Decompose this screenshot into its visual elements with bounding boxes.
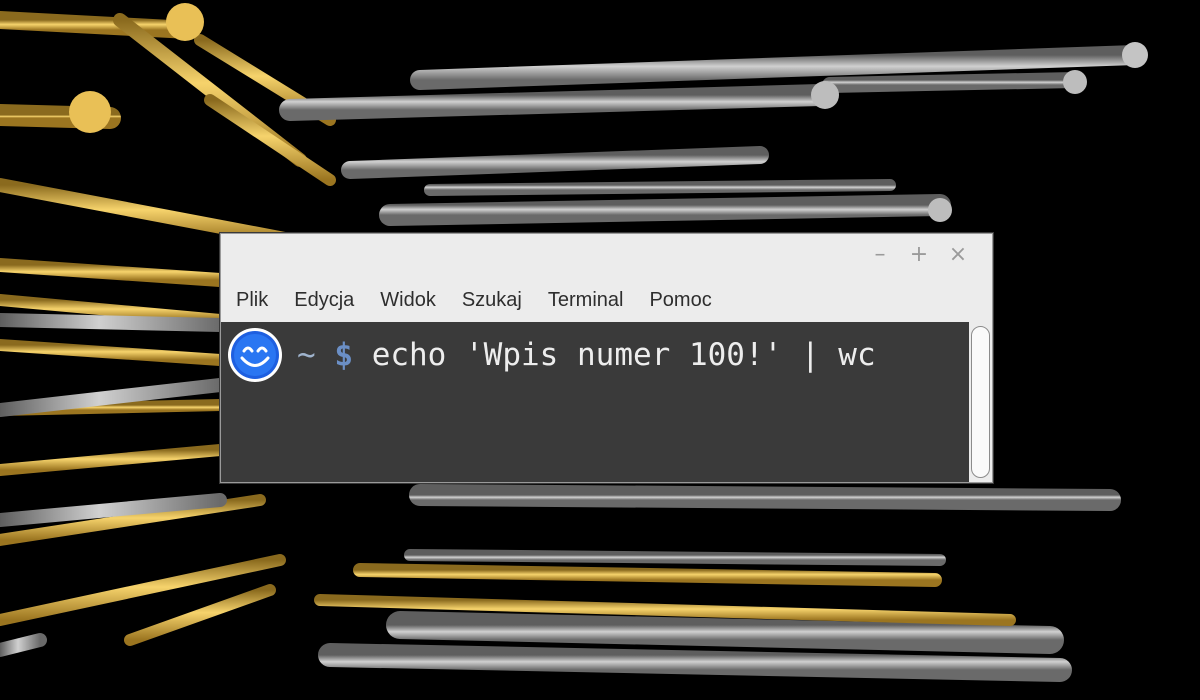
close-button[interactable]: × — [947, 244, 969, 266]
prompt-line: ~ $ echo 'Wpis numer 100!' | wc — [227, 328, 876, 382]
menu-edycja[interactable]: Edycja — [294, 289, 354, 312]
menu-szukaj[interactable]: Szukaj — [462, 289, 522, 312]
title-bar[interactable]: – + × — [221, 234, 992, 278]
menu-plik[interactable]: Plik — [236, 289, 268, 312]
terminal-window[interactable]: – + × Plik Edycja Widok Szukaj Terminal … — [220, 233, 993, 483]
smiley-face-icon — [228, 328, 282, 382]
prompt-path: ~ — [297, 337, 316, 373]
menu-terminal[interactable]: Terminal — [548, 289, 624, 312]
menu-bar: Plik Edycja Widok Szukaj Terminal Pomoc — [221, 278, 992, 322]
scrollbar-thumb[interactable] — [971, 326, 990, 478]
prompt-symbol: $ — [334, 337, 354, 373]
command-text: echo 'Wpis numer 100!' | wc — [371, 337, 876, 373]
menu-widok[interactable]: Widok — [380, 289, 436, 312]
menu-pomoc[interactable]: Pomoc — [649, 289, 711, 312]
terminal-content[interactable]: ~ $ echo 'Wpis numer 100!' | wc — [221, 322, 969, 482]
minimize-button[interactable]: – — [869, 244, 891, 266]
maximize-button[interactable]: + — [908, 244, 930, 266]
scrollbar[interactable] — [969, 322, 992, 482]
